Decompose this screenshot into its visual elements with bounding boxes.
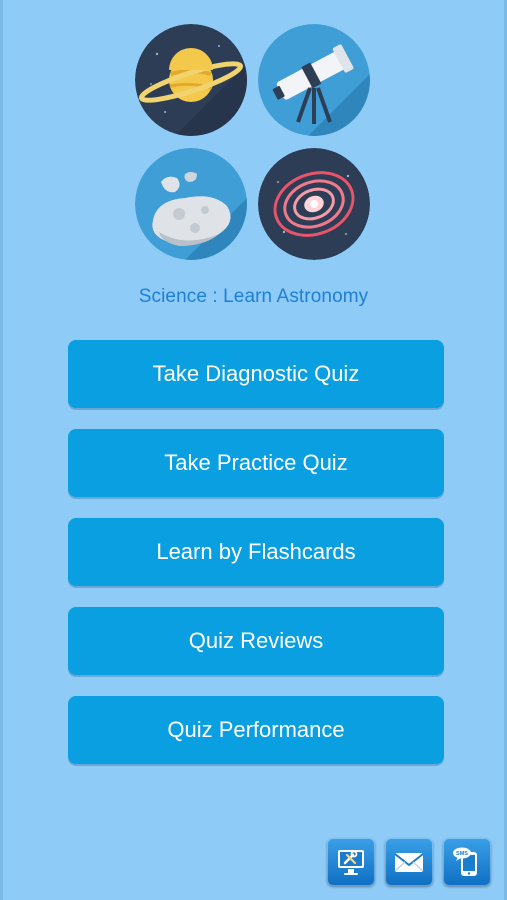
- quiz-reviews-button[interactable]: Quiz Reviews: [68, 607, 444, 675]
- menu-button-label: Quiz Reviews: [188, 628, 324, 653]
- galaxy-icon: [258, 148, 370, 260]
- menu-button-label: Take Diagnostic Quiz: [152, 361, 360, 386]
- learn-by-flashcards-button[interactable]: Learn by Flashcards: [68, 518, 444, 586]
- app-logo: [134, 24, 374, 264]
- app-screen: Science : Learn Astronomy Take Diagnosti…: [0, 0, 507, 900]
- take-practice-quiz-button[interactable]: Take Practice Quiz: [68, 429, 444, 497]
- menu-button-label: Learn by Flashcards: [156, 539, 356, 564]
- screen-edge-left: [0, 0, 3, 900]
- bottom-toolbar: SMS: [327, 838, 491, 886]
- sms-badge-text: SMS: [456, 851, 468, 857]
- main-menu: Take Diagnostic Quiz Take Practice Quiz …: [68, 340, 444, 785]
- asteroid-icon: [135, 148, 247, 260]
- email-icon: [394, 853, 424, 872]
- app-title: Science : Learn Astronomy: [138, 286, 369, 307]
- menu-button-label: Quiz Performance: [167, 717, 345, 742]
- telescope-icon: [258, 24, 370, 136]
- menu-button-label: Take Practice Quiz: [164, 450, 348, 475]
- quiz-performance-button[interactable]: Quiz Performance: [68, 696, 444, 764]
- sms-phone-icon: SMS: [453, 847, 477, 876]
- settings-monitor-icon: [338, 850, 364, 875]
- planet-icon: [135, 24, 247, 136]
- take-diagnostic-quiz-button[interactable]: Take Diagnostic Quiz: [68, 340, 444, 408]
- email-button[interactable]: [385, 838, 433, 886]
- sms-button[interactable]: SMS: [443, 838, 491, 886]
- settings-button[interactable]: [327, 838, 375, 886]
